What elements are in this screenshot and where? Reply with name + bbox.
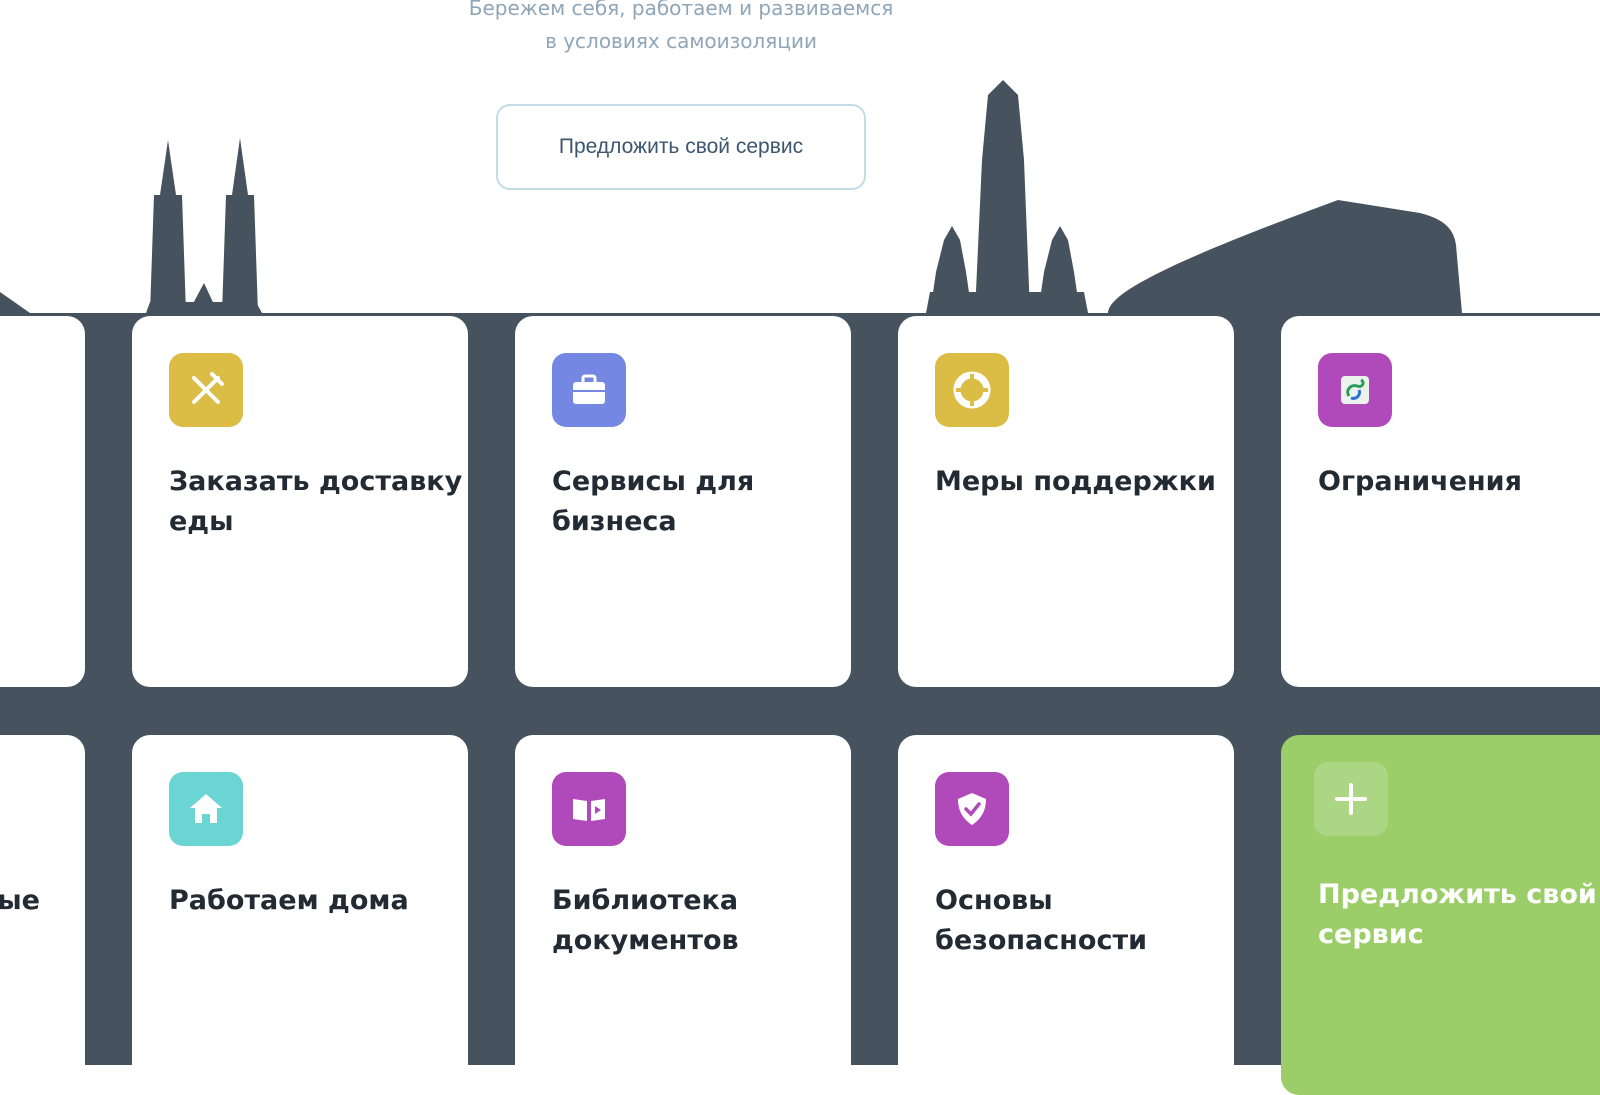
card-restrictions[interactable]: Ограничения <box>1281 316 1600 687</box>
propose-service-button[interactable]: Предложить свой сервис <box>496 104 866 190</box>
card-title: Заказать доставку еды <box>169 466 463 537</box>
card-title: Библиотека документов <box>552 885 739 956</box>
card-title: Основы безопасности <box>935 885 1148 956</box>
card-propose-service[interactable]: Предложить свой сервис <box>1281 735 1600 1095</box>
plus-icon <box>1314 762 1388 836</box>
card-title: Ограничения <box>1318 466 1522 497</box>
card-support-measures[interactable]: Меры поддержки <box>898 316 1234 687</box>
card-title: Меры поддержки <box>935 466 1216 497</box>
card-business-services[interactable]: Сервисы для бизнеса <box>515 316 851 687</box>
page-tagline: Бережем себя, работаем и развиваемся в у… <box>400 0 962 58</box>
card-title: Работаем дома <box>169 885 409 916</box>
tagline-line-1: Бережем себя, работаем и развиваемся <box>468 0 894 20</box>
card-title: Сервисы для бизнеса <box>552 466 755 537</box>
restrictions-icon <box>1318 353 1392 427</box>
shield-check-icon <box>935 772 1009 846</box>
card-work-from-home[interactable]: Работаем дома <box>132 735 468 1095</box>
card-title: Предложить свой сервис <box>1318 879 1597 950</box>
card-document-library[interactable]: Библиотека документов <box>515 735 851 1095</box>
partial-card-title: ные <box>0 885 40 916</box>
fork-knife-icon <box>169 353 243 427</box>
briefcase-icon <box>552 353 626 427</box>
partial-card-bottom[interactable]: ные <box>0 735 85 1095</box>
book-play-icon <box>552 772 626 846</box>
lifebuoy-icon <box>935 353 1009 427</box>
card-food-delivery[interactable]: Заказать доставку еды <box>132 316 468 687</box>
card-security-basics[interactable]: Основы безопасности <box>898 735 1234 1095</box>
home-icon <box>169 772 243 846</box>
tagline-line-2: в условиях самоизоляции <box>545 29 817 53</box>
partial-card-top[interactable] <box>0 316 85 687</box>
